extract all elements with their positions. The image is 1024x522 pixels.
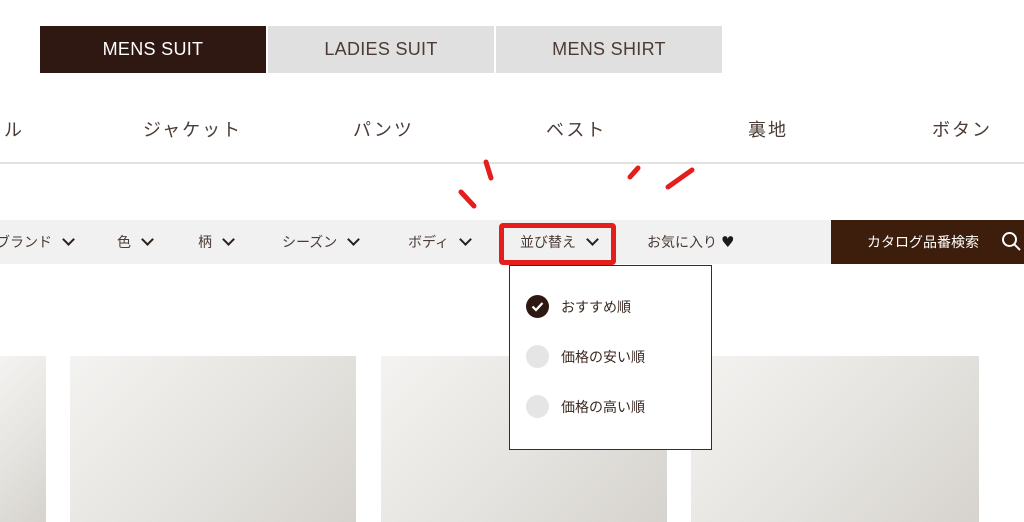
search-icon: [1002, 232, 1021, 251]
filter-body-label: ボディ: [408, 235, 450, 251]
filter-brand[interactable]: ブランド: [0, 220, 75, 264]
filter-season[interactable]: シーズン: [282, 220, 361, 264]
chevron-down-icon: [459, 233, 472, 246]
sort-option-label: おすすめ順: [561, 299, 631, 316]
sub-category-nav: ドル ジャケット パンツ ベスト 裏地 ボタン: [0, 108, 1024, 148]
filter-favorites-label: お気に入り: [647, 235, 717, 251]
sort-option-price-low[interactable]: 価格の安い順: [526, 345, 645, 368]
filter-pattern[interactable]: 柄: [198, 220, 235, 264]
subnav-item-vest[interactable]: ベスト: [546, 116, 606, 142]
product-image[interactable]: [691, 356, 979, 522]
highlight-box: [499, 223, 616, 265]
highlight-marks: [458, 159, 695, 209]
tab-ladies-suit[interactable]: LADIES SUIT: [268, 26, 494, 73]
catalog-search-button[interactable]: カタログ品番検索: [831, 220, 1024, 264]
chevron-down-icon: [141, 233, 154, 246]
radio-unchecked-icon: [526, 395, 549, 418]
filter-pattern-label: 柄: [198, 235, 212, 251]
tab-mens-shirt[interactable]: MENS SHIRT: [496, 26, 722, 73]
sort-option-label: 価格の高い順: [561, 399, 645, 416]
filter-favorites[interactable]: お気に入り ♥: [647, 220, 734, 264]
chevron-down-icon: [62, 233, 75, 246]
chevron-down-icon: [222, 233, 235, 246]
heart-icon: ♥: [721, 233, 735, 251]
chevron-down-icon: [347, 233, 361, 246]
subnav-item-pants[interactable]: パンツ: [353, 116, 414, 142]
sort-option-recommended[interactable]: おすすめ順: [526, 295, 631, 318]
radio-unchecked-icon: [526, 345, 549, 368]
filter-color-label: 色: [117, 235, 131, 251]
product-image[interactable]: [70, 356, 356, 522]
filter-body[interactable]: ボディ: [408, 220, 472, 264]
catalog-search-label: カタログ品番検索: [867, 235, 979, 251]
sort-option-label: 価格の安い順: [561, 349, 645, 366]
subnav-item-lining[interactable]: 裏地: [748, 116, 788, 142]
subnav-item-button[interactable]: ボタン: [932, 116, 992, 142]
radio-checked-icon: [526, 295, 549, 318]
sort-dropdown: おすすめ順 価格の安い順 価格の高い順: [509, 265, 712, 450]
category-tabs: MENS SUIT LADIES SUIT MENS SHIRT: [40, 26, 724, 73]
filter-season-label: シーズン: [282, 235, 338, 251]
product-image[interactable]: [0, 356, 46, 522]
tab-mens-suit[interactable]: MENS SUIT: [40, 26, 266, 73]
filter-color[interactable]: 色: [117, 220, 154, 264]
subnav-item-jacket[interactable]: ジャケット: [143, 116, 242, 142]
filter-brand-label: ブランド: [0, 235, 52, 251]
subnav-item-partial[interactable]: ドル: [0, 116, 24, 142]
sort-option-price-high[interactable]: 価格の高い順: [526, 395, 645, 418]
